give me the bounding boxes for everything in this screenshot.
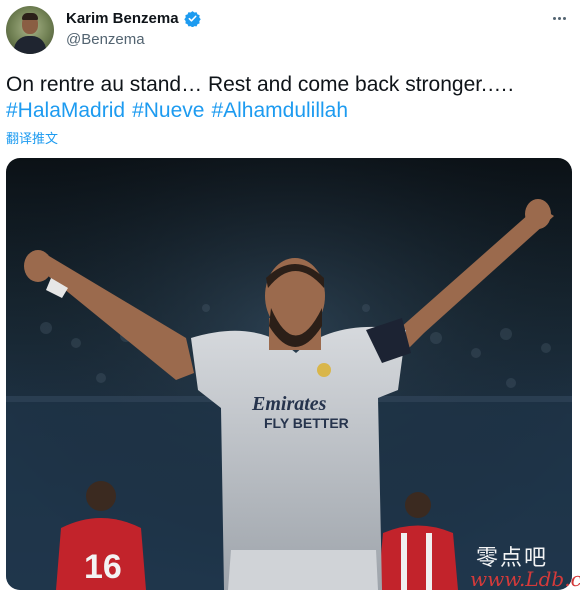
hashtag-row: #HalaMadrid #Nueve #Alhamdulillah bbox=[6, 98, 355, 124]
jersey-sponsor-line1: Emirates bbox=[251, 393, 327, 415]
handle[interactable]: @Benzema bbox=[66, 31, 145, 48]
avatar-hair bbox=[22, 13, 38, 20]
opponent-number: 16 bbox=[84, 548, 122, 586]
avatar[interactable] bbox=[6, 6, 54, 54]
club-crest-icon bbox=[317, 363, 331, 377]
verified-badge-icon bbox=[183, 11, 201, 27]
display-name[interactable]: Karim Benzema bbox=[66, 10, 179, 27]
tweet-media-photo[interactable]: 16 Emirates FLY BETTER bbox=[6, 158, 572, 590]
tweet-text: On rentre au stand… Rest and come back s… bbox=[6, 73, 514, 96]
watermark-url: www.Ldb.cc bbox=[470, 567, 580, 591]
hashtag-alhamdulillah[interactable]: #Alhamdulillah bbox=[211, 99, 348, 122]
more-options-icon[interactable] bbox=[548, 8, 570, 28]
translate-tweet-link[interactable]: 翻译推文 bbox=[6, 128, 58, 147]
author-name-row: Karim Benzema bbox=[66, 10, 201, 27]
hashtag-halamadrid[interactable]: #HalaMadrid bbox=[6, 99, 125, 122]
celebration-photo: 16 Emirates FLY BETTER bbox=[6, 158, 572, 590]
jersey-sponsor-line2: FLY BETTER bbox=[264, 415, 349, 431]
avatar-body bbox=[14, 36, 46, 54]
hashtag-nueve[interactable]: #Nueve bbox=[132, 99, 204, 122]
